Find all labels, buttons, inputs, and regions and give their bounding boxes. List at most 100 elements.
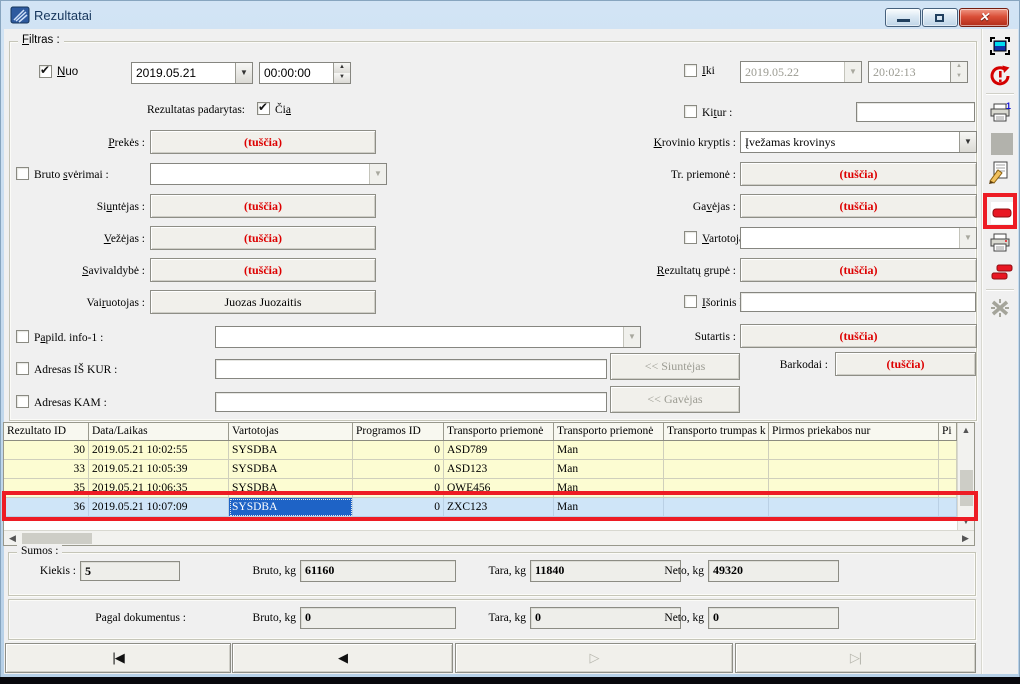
grid-column-header[interactable]: Pi (939, 423, 957, 440)
grid-cell[interactable]: 2019.05.21 10:02:55 (89, 441, 229, 460)
grid-cell[interactable] (769, 460, 939, 479)
vezejas-button[interactable]: (tuščia) (150, 226, 376, 250)
grid-horizontal-scrollbar[interactable]: ◀ ▶ (4, 530, 974, 545)
grid-column-header[interactable]: Pirmos priekabos nur (769, 423, 939, 440)
table-row[interactable]: 302019.05.21 10:02:55SYSDBA0ASD789Man (4, 441, 957, 460)
grid-cell[interactable]: 0 (353, 460, 444, 479)
fit-window-icon[interactable] (986, 32, 1014, 60)
grid-cell[interactable]: QWE456 (444, 479, 554, 498)
grid-cell[interactable]: 2019.05.21 10:05:39 (89, 460, 229, 479)
edit-document-icon[interactable] (986, 159, 1014, 187)
barkodai-button[interactable]: (tuščia) (835, 352, 976, 376)
horizontal-scroll-thumb[interactable] (22, 533, 92, 544)
nav-first-button[interactable]: |◀ (5, 643, 231, 673)
table-row[interactable]: 332019.05.21 10:05:39SYSDBA0ASD123Man (4, 460, 957, 479)
grid-cell[interactable] (939, 441, 957, 460)
refresh-icon[interactable] (986, 62, 1014, 90)
grid-cell[interactable]: 2019.05.21 10:06:35 (89, 479, 229, 498)
nav-prev-button[interactable]: ◀ (232, 643, 453, 673)
scroll-down-icon[interactable]: ▼ (958, 514, 974, 530)
chevron-down-icon[interactable] (235, 63, 252, 83)
cia-checkbox[interactable] (257, 102, 270, 115)
krovinio-kryptis-select[interactable]: Įvežamas krovinys (740, 131, 977, 153)
adresas-is-kur-input[interactable] (215, 359, 607, 379)
scroll-right-icon[interactable]: ▶ (957, 531, 974, 545)
grid-cell[interactable]: SYSDBA (229, 479, 353, 498)
grid-column-header[interactable]: Rezultato ID (4, 423, 89, 440)
remove-icon[interactable] (988, 199, 1016, 227)
gavejas-button[interactable]: (tuščia) (740, 194, 977, 218)
grid-cell[interactable] (664, 498, 769, 517)
kitur-checkbox[interactable] (684, 105, 697, 118)
grid-column-header[interactable]: Vartotojas (229, 423, 353, 440)
grid-cell[interactable]: SYSDBA (229, 441, 353, 460)
siuntejas-button[interactable]: (tuščia) (150, 194, 376, 218)
grid-cell[interactable] (939, 460, 957, 479)
grid-cell[interactable] (664, 441, 769, 460)
scroll-left-icon[interactable]: ◀ (4, 531, 21, 545)
nuo-date-select[interactable]: 2019.05.21 (131, 62, 253, 84)
prekes-button[interactable]: (tuščia) (150, 130, 376, 154)
isorinis-kodas-input[interactable] (740, 292, 976, 312)
spinner-buttons[interactable] (333, 63, 350, 83)
grid-column-header[interactable]: Transporto priemonė (554, 423, 664, 440)
grid-vertical-scrollbar[interactable]: ▲ ▼ (957, 423, 974, 530)
print-preview-icon[interactable]: 1 (986, 99, 1014, 127)
grid-cell[interactable]: Man (554, 498, 664, 517)
nuo-time-spinner[interactable]: 00:00:00 (259, 62, 351, 84)
grid-cell[interactable] (664, 479, 769, 498)
adresas-kam-checkbox[interactable] (16, 395, 29, 408)
grid-cell[interactable]: ASD123 (444, 460, 554, 479)
grid-cell[interactable]: Man (554, 479, 664, 498)
scroll-up-icon[interactable]: ▲ (958, 423, 974, 439)
grid-cell[interactable]: 0 (353, 498, 444, 517)
close-button[interactable]: ✕ (959, 8, 1009, 27)
bruto-sverimai-checkbox[interactable] (16, 167, 29, 180)
print-icon[interactable] (986, 229, 1014, 257)
grid-cell[interactable] (769, 498, 939, 517)
grid-column-header[interactable]: Data/Laikas (89, 423, 229, 440)
grid-cell[interactable]: 33 (4, 460, 89, 479)
grid-cell[interactable]: 35 (4, 479, 89, 498)
grid-cell[interactable]: 36 (4, 498, 89, 517)
grid-cell[interactable]: Man (554, 441, 664, 460)
restore-button[interactable] (922, 8, 958, 27)
grid-cell[interactable] (769, 441, 939, 460)
grid-cell[interactable]: 0 (353, 441, 444, 460)
savivaldybe-button[interactable]: (tuščia) (150, 258, 376, 282)
grid-cell[interactable] (939, 498, 957, 517)
grid-column-header[interactable]: Transporto priemonė (444, 423, 554, 440)
adresas-is-kur-checkbox[interactable] (16, 362, 29, 375)
adresas-kam-input[interactable] (215, 392, 607, 412)
grid-cell[interactable]: Man (554, 460, 664, 479)
vertical-scroll-thumb[interactable] (960, 470, 973, 506)
chevron-down-icon[interactable] (959, 132, 976, 152)
kitur-input[interactable] (856, 102, 975, 122)
grid-cell[interactable]: 30 (4, 441, 89, 460)
isorinis-kodas-checkbox[interactable] (684, 295, 697, 308)
grid-cell[interactable] (664, 460, 769, 479)
papild-info-checkbox[interactable] (16, 330, 29, 343)
tr-priemone-button[interactable]: (tuščia) (740, 162, 977, 186)
iki-checkbox[interactable] (684, 64, 697, 77)
grid-column-header[interactable]: Transporto trumpas k (664, 423, 769, 440)
grid-column-header[interactable]: Programos ID (353, 423, 444, 440)
vartotojas-checkbox[interactable] (684, 231, 697, 244)
labels-icon[interactable] (988, 259, 1016, 287)
grid-cell[interactable] (939, 479, 957, 498)
grid-cell[interactable]: 2019.05.21 10:07:09 (89, 498, 229, 517)
grid-cell[interactable] (769, 479, 939, 498)
vairuotojas-button[interactable]: Juozas Juozaitis (150, 290, 376, 314)
grid-cell[interactable]: ASD789 (444, 441, 554, 460)
table-row[interactable]: 352019.05.21 10:06:35SYSDBA0QWE456Man (4, 479, 957, 498)
rezultatu-grupe-button[interactable]: (tuščia) (740, 258, 977, 282)
grid-cell[interactable]: 0 (353, 479, 444, 498)
sutartis-button[interactable]: (tuščia) (740, 324, 977, 348)
spin-down-icon[interactable] (334, 73, 350, 83)
grid-cell[interactable]: SYSDBA (229, 498, 353, 517)
table-row[interactable]: 362019.05.21 10:07:09SYSDBA0ZXC123Man (4, 498, 957, 517)
minimize-button[interactable] (885, 8, 921, 27)
grid-cell[interactable]: ZXC123 (444, 498, 554, 517)
nuo-checkbox[interactable] (39, 65, 52, 78)
spin-up-icon[interactable] (334, 63, 350, 73)
